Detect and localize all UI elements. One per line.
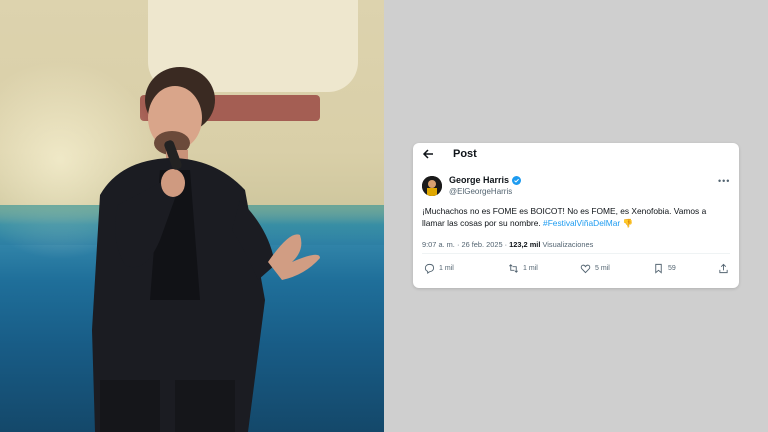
header-title: Post [453,148,477,160]
share-icon [719,263,728,274]
repost-count: 1 mil [523,265,538,272]
tweet-header: Post [413,143,739,165]
tweet-meta: 9:07 a. m. · 26 feb. 2025 · 123,2 mil Vi… [422,240,593,249]
performer-photo [0,0,384,432]
hashtag-link[interactable]: #FestivalViñaDelMar [543,218,620,228]
author-name[interactable]: George Harris [449,175,509,185]
share-button[interactable] [718,263,729,274]
tweet-date[interactable]: 26 feb. 2025 [461,240,502,249]
bookmark-count: 59 [668,265,676,272]
author-handle[interactable]: @ElGeorgeHarris [449,187,512,196]
like-count: 5 mil [595,265,610,272]
bookmark-icon [655,263,662,274]
repost-icon [509,264,518,273]
author-name-row[interactable]: George Harris [449,175,522,185]
reply-icon [424,263,435,274]
performer-figure [92,67,320,432]
reply-button[interactable]: 1 mil [424,263,454,274]
avatar-image [422,176,442,196]
views-label: Visualizaciones [542,240,594,249]
verified-badge-icon [512,175,522,185]
back-arrow-icon[interactable] [422,148,434,160]
avatar[interactable] [422,176,442,196]
tweet-text: ¡Muchachos no es FOME es BOICOT! No es F… [422,205,727,229]
repost-button[interactable]: 1 mil [508,263,538,274]
meta-separator: · [504,240,508,249]
more-icon[interactable]: ••• [718,176,730,186]
thumbs-down-emoji: 👎 [622,218,633,228]
like-button[interactable]: 5 mil [580,263,610,274]
meta-separator: · [456,240,460,249]
tweet-time[interactable]: 9:07 a. m. [422,240,455,249]
views-count: 123,2 mil [509,240,541,249]
reply-count: 1 mil [439,265,454,272]
bookmark-button[interactable]: 59 [653,263,676,274]
tweet-card[interactable]: Post George Harris @ElGeorgeHarris ••• ¡… [413,143,739,288]
divider [422,253,730,254]
like-icon [580,264,591,274]
action-bar: 1 mil 1 mil 5 mil 59 [422,263,730,277]
